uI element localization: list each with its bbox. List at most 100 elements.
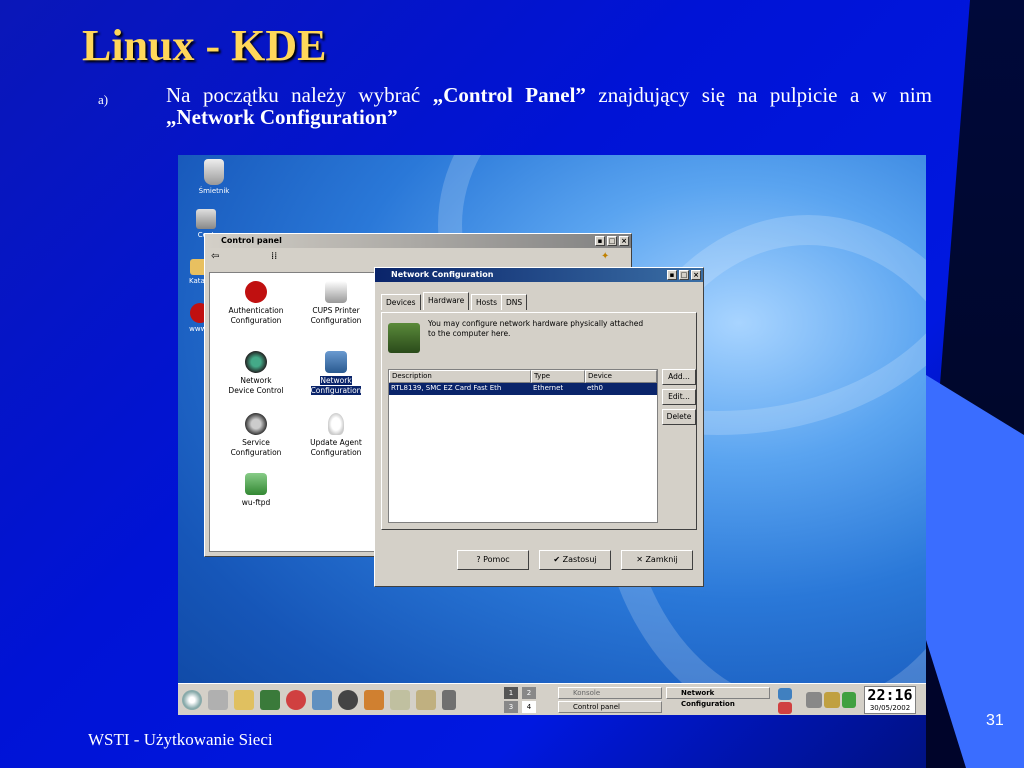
editor-icon[interactable] bbox=[416, 690, 436, 710]
help-lifebuoy-icon[interactable] bbox=[286, 690, 306, 710]
bullet-text-part2: znajdujący się na pulpicie a w nim bbox=[585, 83, 933, 107]
column-header-device[interactable]: Device bbox=[585, 370, 657, 383]
cp-item-service[interactable]: Service Configuration bbox=[216, 413, 296, 458]
settings-icon[interactable] bbox=[312, 690, 332, 710]
view-icon[interactable]: ⁞⁞ bbox=[271, 251, 277, 262]
cp-item-label: Configuration bbox=[310, 316, 362, 325]
apply-button[interactable]: ✔ Zastosuj bbox=[539, 550, 611, 570]
cp-item-label: Authentication bbox=[228, 306, 284, 315]
close-button-label: Zamknij bbox=[645, 555, 678, 564]
tab-dns[interactable]: DNS bbox=[501, 294, 528, 310]
cp-item-network-device[interactable]: Network Device Control bbox=[216, 351, 296, 396]
bullet-bold-control-panel: „Control Panel” bbox=[432, 83, 586, 107]
list-header: Description Type Device bbox=[389, 370, 657, 383]
cp-item-label: Service bbox=[242, 438, 270, 447]
terminal-icon[interactable] bbox=[260, 690, 280, 710]
cp-item-label: Update Agent bbox=[310, 438, 362, 447]
column-header-description[interactable]: Description bbox=[389, 370, 531, 383]
cp-item-cups[interactable]: CUPS Printer Configuration bbox=[296, 281, 376, 326]
mail-icon[interactable] bbox=[390, 690, 410, 710]
network-config-titlebar[interactable]: Network Configuration ▪ □ × bbox=[375, 268, 703, 282]
help-button-label: Pomoc bbox=[483, 555, 510, 564]
pager-desktop-2[interactable]: 2 bbox=[522, 687, 536, 699]
network-config-window[interactable]: Network Configuration ▪ □ × Devices Hard… bbox=[374, 267, 704, 587]
edit-button[interactable]: Edit... bbox=[662, 389, 696, 405]
slide-title: Linux - KDE bbox=[82, 21, 327, 70]
tray-icon[interactable] bbox=[824, 692, 840, 708]
bullet-text-part1: Na początku należy wybrać bbox=[166, 83, 433, 107]
home-icon[interactable] bbox=[234, 690, 254, 710]
pencil-icon[interactable] bbox=[442, 690, 456, 710]
screenshot: Śmietnik Cent Katalo www.r Control panel… bbox=[178, 155, 926, 715]
cp-item-authentication[interactable]: Authentication Configuration bbox=[216, 281, 296, 326]
back-icon[interactable]: ⇦ bbox=[211, 251, 219, 262]
browser-icon[interactable] bbox=[364, 690, 384, 710]
cell-description: RTL8139, SMC EZ Card Fast Eth bbox=[391, 384, 502, 392]
maximize-button[interactable]: □ bbox=[607, 236, 617, 246]
kde-menu-icon[interactable] bbox=[182, 690, 202, 710]
tab-hosts[interactable]: Hosts bbox=[471, 294, 502, 310]
task-network-configuration[interactable]: Network Configuration bbox=[666, 687, 770, 708]
minimize-button[interactable]: ▪ bbox=[595, 236, 605, 246]
hardware-panel: You may configure network hardware physi… bbox=[381, 312, 697, 530]
lightbulb-icon bbox=[328, 413, 344, 435]
page-number: 31 bbox=[986, 712, 1004, 729]
tray-icon[interactable] bbox=[778, 688, 792, 700]
clock[interactable]: 22:16 30/05/2002 bbox=[864, 686, 916, 714]
control-panel-titlebar[interactable]: Control panel ▪ □ × bbox=[205, 234, 631, 248]
tab-devices[interactable]: Devices bbox=[381, 294, 421, 310]
tray-icon[interactable] bbox=[806, 692, 822, 708]
table-row[interactable]: RTL8139, SMC EZ Card Fast Eth Ethernet e… bbox=[389, 383, 657, 395]
add-button[interactable]: Add... bbox=[662, 369, 696, 385]
cp-item-label: Network bbox=[320, 376, 352, 385]
task-konsole[interactable]: Konsole bbox=[558, 687, 662, 699]
wizard-icon[interactable]: ✦ bbox=[601, 251, 609, 262]
control-panel-title: Control panel bbox=[221, 236, 282, 245]
clock-date: 30/05/2002 bbox=[869, 704, 911, 712]
cp-item-label: Configuration bbox=[230, 448, 282, 457]
kde-taskbar: 1 2 3 4 Konsole Control panel Network Co… bbox=[178, 683, 926, 715]
desktop-app-icon bbox=[196, 209, 216, 229]
gear-icon bbox=[245, 413, 267, 435]
network-card-icon bbox=[388, 323, 420, 353]
ftp-icon bbox=[245, 473, 267, 495]
desktop-icon-trash[interactable]: Śmietnik bbox=[194, 159, 234, 195]
cell-type: Ethernet bbox=[533, 384, 564, 392]
printer-icon bbox=[325, 281, 347, 303]
close-button[interactable]: × bbox=[619, 236, 629, 246]
cp-item-update-agent[interactable]: Update Agent Configuration bbox=[296, 413, 376, 458]
hardware-info-text: You may configure network hardware physi… bbox=[428, 319, 644, 338]
close-dialog-button[interactable]: ✕ Zamknij bbox=[621, 550, 693, 570]
cp-item-label: Configuration bbox=[230, 316, 282, 325]
delete-button[interactable]: Delete bbox=[662, 409, 696, 425]
cp-item-label: Device Control bbox=[228, 386, 284, 395]
cp-item-wu-ftpd[interactable]: wu-ftpd bbox=[216, 473, 296, 508]
redhat-icon bbox=[245, 281, 267, 303]
tab-hardware[interactable]: Hardware bbox=[423, 292, 470, 310]
help-button[interactable]: ? Pomoc bbox=[457, 550, 529, 570]
cp-item-label: Configuration bbox=[310, 386, 362, 395]
pager-desktop-4[interactable]: 4 bbox=[522, 701, 536, 713]
network-config-icon bbox=[325, 351, 347, 373]
search-icon[interactable] bbox=[338, 690, 358, 710]
cp-item-network-config[interactable]: Network Configuration bbox=[296, 351, 376, 396]
cp-item-label: Configuration bbox=[310, 448, 362, 457]
task-control-panel[interactable]: Control panel bbox=[558, 701, 662, 713]
bullet-text: Na początku należy wybrać „Control Panel… bbox=[166, 84, 932, 128]
pager-desktop-1[interactable]: 1 bbox=[504, 687, 518, 699]
minimize-button[interactable]: ▪ bbox=[667, 270, 677, 280]
maximize-button[interactable]: □ bbox=[679, 270, 689, 280]
tray-icon[interactable] bbox=[778, 702, 792, 714]
bullet-marker: a) bbox=[98, 92, 109, 107]
tray-icon[interactable] bbox=[842, 692, 856, 708]
hardware-list[interactable]: Description Type Device RTL8139, SMC EZ … bbox=[388, 369, 658, 523]
cp-item-label: Network bbox=[240, 376, 272, 385]
column-header-type[interactable]: Type bbox=[531, 370, 585, 383]
check-icon: ✔ bbox=[553, 555, 563, 564]
desktop-icon[interactable] bbox=[208, 690, 228, 710]
pager-desktop-3[interactable]: 3 bbox=[504, 701, 518, 713]
cp-item-label: CUPS Printer bbox=[312, 306, 360, 315]
apply-button-label: Zastosuj bbox=[562, 555, 597, 564]
slide-footer: WSTI - Użytkowanie Sieci bbox=[88, 730, 273, 749]
close-button[interactable]: × bbox=[691, 270, 701, 280]
